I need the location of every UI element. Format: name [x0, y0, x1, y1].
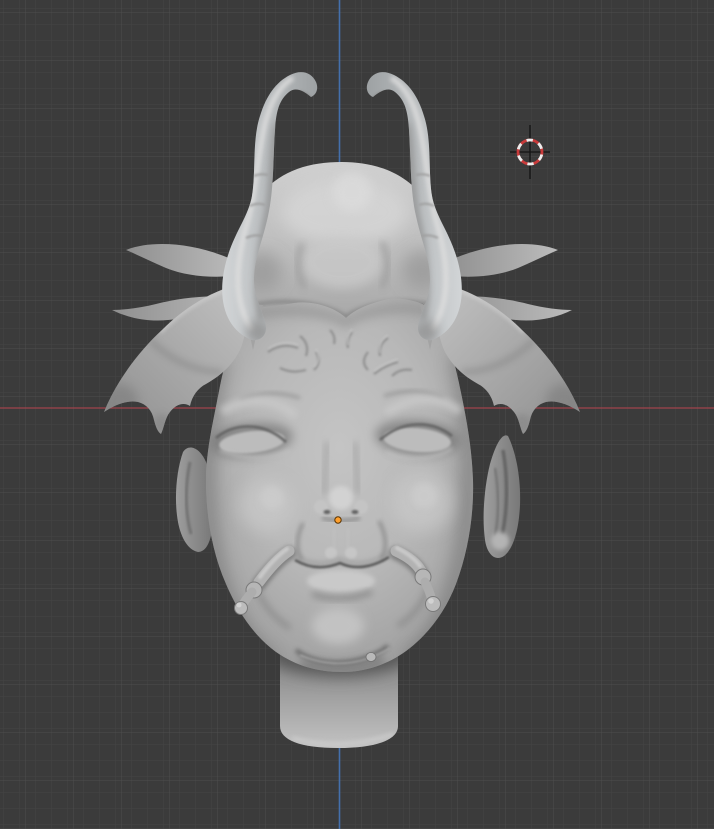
object-origin-icon[interactable] [335, 517, 341, 523]
viewport-canvas[interactable] [0, 0, 714, 829]
face [206, 297, 473, 672]
3d-viewport[interactable] [0, 0, 714, 829]
